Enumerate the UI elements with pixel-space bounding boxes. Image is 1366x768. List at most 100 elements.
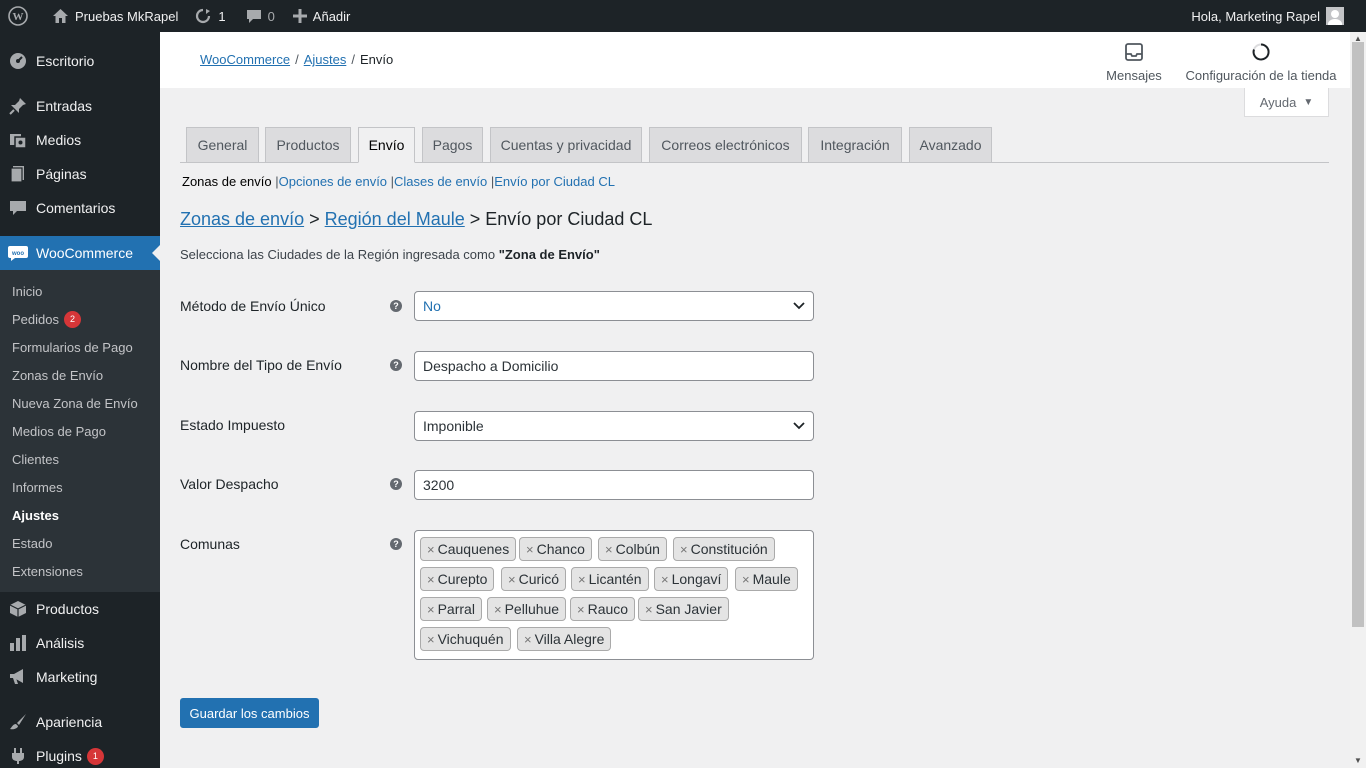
intro-text: Selecciona las Ciudades de la Región ing…: [180, 247, 600, 262]
settings-tabs: General Productos Envío Pagos Cuentas y …: [180, 127, 1329, 163]
comments-link[interactable]: 0: [234, 0, 283, 32]
tab-integracion[interactable]: Integración: [808, 127, 902, 163]
menu-item-analisis[interactable]: Análisis: [0, 626, 160, 660]
submenu-formularios-de-pago[interactable]: Formularios de Pago: [0, 333, 160, 361]
help-button[interactable]: Ayuda ▼: [1244, 88, 1329, 117]
store-setup-button[interactable]: Configuración de la tienda: [1185, 40, 1337, 83]
save-button[interactable]: Guardar los cambios: [180, 698, 319, 728]
wordpress-logo-icon[interactable]: W: [0, 0, 42, 32]
heading-link-zonas[interactable]: Zonas de envío: [180, 209, 304, 229]
submenu-inicio[interactable]: Inicio: [0, 277, 160, 305]
menu-item-medios[interactable]: Medios: [0, 123, 160, 157]
tab-envio[interactable]: Envío: [358, 127, 415, 163]
help-tip-icon[interactable]: ?: [390, 300, 402, 312]
help-tip-icon[interactable]: ?: [390, 538, 402, 550]
menu-item-apariencia[interactable]: Apariencia: [0, 705, 160, 739]
tab-label: Correos electrónicos: [661, 137, 790, 153]
submenu-informes[interactable]: Informes: [0, 473, 160, 501]
tab-correos-electronicos[interactable]: Correos electrónicos: [649, 127, 802, 163]
remove-icon[interactable]: ×: [427, 572, 435, 587]
remove-icon[interactable]: ×: [494, 602, 502, 617]
comuna-chip: × Vichuquén: [420, 627, 511, 651]
submenu-label: Informes: [12, 479, 63, 495]
remove-icon[interactable]: ×: [645, 602, 653, 617]
remove-icon[interactable]: ×: [427, 632, 435, 647]
comuna-chip: × Curicó: [501, 567, 567, 591]
menu-item-escritorio[interactable]: Escritorio: [0, 44, 160, 78]
menu-item-comentarios[interactable]: Comentarios: [0, 191, 160, 225]
shipping-subnav: Zonas de envío |Opciones de envío |Clase…: [182, 174, 615, 189]
dashboard-icon: [8, 51, 28, 71]
chip-label: Rauco: [587, 601, 629, 617]
menu-item-entradas[interactable]: Entradas: [0, 89, 160, 123]
menu-item-productos[interactable]: Productos: [0, 592, 160, 626]
chip-label: Colbún: [615, 541, 660, 557]
admin-bar: W Pruebas MkRapel 1 0 Añadir Hola, Marke…: [0, 0, 1366, 32]
tab-pagos[interactable]: Pagos: [422, 127, 483, 163]
breadcrumb-ajustes[interactable]: Ajustes: [304, 52, 347, 67]
tab-productos[interactable]: Productos: [265, 127, 351, 163]
updates-link[interactable]: 1: [186, 0, 233, 32]
submenu-estado[interactable]: Estado: [0, 529, 160, 557]
tab-label: Envío: [368, 137, 405, 153]
menu-item-paginas[interactable]: Páginas: [0, 157, 160, 191]
estado-select[interactable]: Imponible: [414, 411, 814, 441]
submenu-label: Ajustes: [12, 507, 59, 523]
submenu-label: Extensiones: [12, 563, 83, 579]
tab-label: Integración: [820, 137, 890, 153]
plugins-count-badge: 1: [86, 747, 104, 765]
vertical-scrollbar[interactable]: ▲ ▼: [1350, 32, 1366, 768]
metodo-select[interactable]: No: [414, 291, 814, 321]
svg-text:woo: woo: [11, 251, 24, 257]
menu-item-marketing[interactable]: Marketing: [0, 660, 160, 694]
subnav-envio-por-ciudad[interactable]: Envío por Ciudad CL: [494, 174, 615, 189]
menu-item-plugins[interactable]: Plugins 1: [0, 739, 160, 768]
comunas-multiselect[interactable]: × Cauquenes × Chanco × Colbún × Constitución…: [414, 530, 814, 660]
comment-icon: [8, 198, 28, 218]
remove-icon[interactable]: ×: [742, 572, 750, 587]
heading-current: Envío por Ciudad CL: [485, 209, 653, 229]
remove-icon[interactable]: ×: [661, 572, 669, 587]
scroll-down-arrow-icon[interactable]: ▼: [1354, 756, 1362, 765]
remove-icon[interactable]: ×: [577, 602, 585, 617]
help-tip-icon[interactable]: ?: [390, 359, 402, 371]
tab-cuentas-y-privacidad[interactable]: Cuentas y privacidad: [490, 127, 642, 163]
site-name-link[interactable]: Pruebas MkRapel: [42, 0, 186, 32]
submenu-clientes[interactable]: Clientes: [0, 445, 160, 473]
subnav-opciones-de-envio[interactable]: Opciones de envío: [279, 174, 387, 189]
subnav-clases-de-envio[interactable]: Clases de envío: [394, 174, 487, 189]
remove-icon[interactable]: ×: [508, 572, 516, 587]
remove-icon[interactable]: ×: [524, 632, 532, 647]
submenu-extensiones[interactable]: Extensiones: [0, 557, 160, 585]
chip-label: Cauquenes: [437, 541, 510, 557]
submenu-ajustes[interactable]: Ajustes: [0, 501, 160, 529]
tab-general[interactable]: General: [186, 127, 259, 163]
remove-icon[interactable]: ×: [526, 542, 534, 557]
remove-icon[interactable]: ×: [427, 602, 435, 617]
scrollbar-thumb[interactable]: [1352, 42, 1364, 627]
menu-item-woocommerce[interactable]: woo WooCommerce: [0, 236, 160, 270]
remove-icon[interactable]: ×: [680, 542, 688, 557]
pages-icon: [8, 164, 28, 184]
caret-down-icon: ▼: [1303, 96, 1314, 108]
submenu-pedidos[interactable]: Pedidos 2: [0, 305, 160, 333]
add-new-link[interactable]: Añadir: [283, 0, 359, 32]
my-account-link[interactable]: Hola, Marketing Rapel: [1183, 0, 1366, 32]
chip-label: Villa Alegre: [534, 631, 605, 647]
help-tip-icon[interactable]: ?: [390, 478, 402, 490]
submenu-zonas-de-envio[interactable]: Zonas de Envío: [0, 361, 160, 389]
submenu-label: Pedidos: [12, 311, 59, 327]
remove-icon[interactable]: ×: [427, 542, 435, 557]
valor-input[interactable]: 3200: [414, 470, 814, 500]
submenu-medios-de-pago[interactable]: Medios de Pago: [0, 417, 160, 445]
nombre-input[interactable]: Despacho a Domicilio: [414, 351, 814, 381]
heading-link-region[interactable]: Región del Maule: [325, 209, 465, 229]
remove-icon[interactable]: ×: [578, 572, 586, 587]
subnav-current[interactable]: Zonas de envío: [182, 174, 272, 189]
messages-button[interactable]: Mensajes: [1105, 40, 1163, 83]
store-setup-label: Configuración de la tienda: [1185, 68, 1337, 83]
tab-avanzado[interactable]: Avanzado: [909, 127, 992, 163]
remove-icon[interactable]: ×: [605, 542, 613, 557]
submenu-nueva-zona-de-envio[interactable]: Nueva Zona de Envío: [0, 389, 160, 417]
breadcrumb-woocommerce[interactable]: WooCommerce: [200, 52, 290, 67]
